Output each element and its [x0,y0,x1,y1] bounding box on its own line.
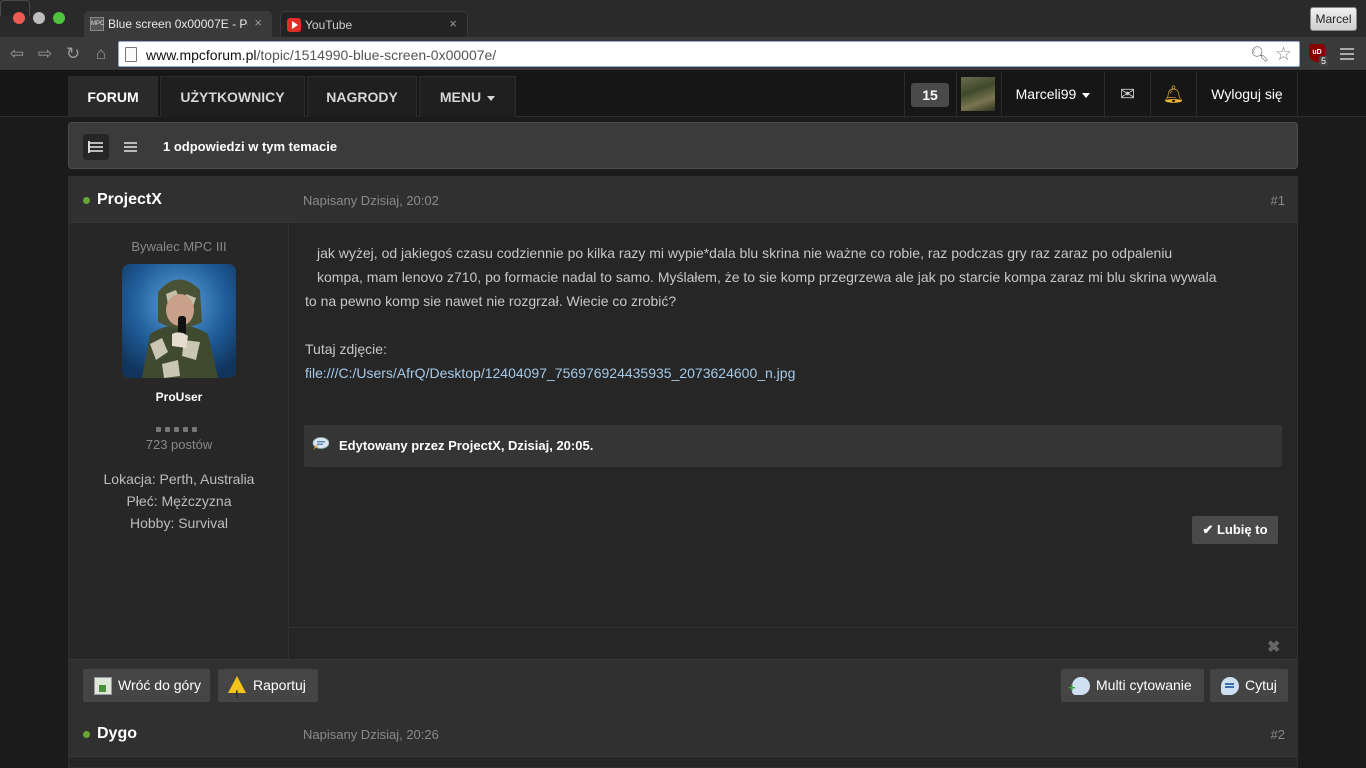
browser-tab-mpcforum[interactable]: MPC Blue screen 0x00007E - Po × [84,11,272,37]
image-label: Tutaj zdjęcie: [305,341,387,357]
window-maximize-button[interactable] [53,12,65,24]
quote-label: Cytuj [1245,677,1277,693]
browser-profile-button[interactable]: Marcel [1310,7,1357,31]
address-bar[interactable]: www.mpcforum.pl/topic/1514990-blue-scree… [118,41,1300,67]
nav-tab-forum[interactable]: FORUM [68,76,158,117]
post: ProjectX Napisany Dzisiaj, 20:02 #1 Bywa… [68,176,1298,712]
topic-toolbar: 1 odpowiedzi w tym temacie [68,122,1298,169]
post-header: Dygo Napisany Dzisiaj, 20:26 #2 [69,711,1297,757]
reload-icon[interactable]: ↻ [61,42,85,66]
multiquote-label: Multi cytowanie [1096,677,1192,693]
multiquote-button[interactable]: Multi cytowanie [1061,669,1204,702]
url-text: www.mpcforum.pl/topic/1514990-blue-scree… [146,47,497,63]
post-text-line: to na pewno komp sie nawet nie rozgrzał.… [305,293,677,309]
window-minimize-button[interactable] [33,12,45,24]
warning-icon [228,676,246,712]
lines-icon [124,142,137,152]
tab-title: Blue screen 0x00007E - Po [108,17,248,31]
report-button[interactable]: Raportuj [218,669,318,712]
window-close-button[interactable] [13,12,25,24]
home-icon[interactable]: ⌂ [89,42,113,66]
username: Marceli99 [1015,86,1077,102]
extension-badge: 5 [1319,56,1329,66]
image-link[interactable]: file:///C:/Users/AfrQ/Desktop/12404097_7… [305,365,795,381]
post: Dygo Napisany Dzisiaj, 20:26 #2 [68,710,1298,768]
nav-tab-menu[interactable]: MENU [419,76,516,117]
tab-close-icon[interactable]: × [449,16,457,31]
post-author[interactable]: ProjectX [97,191,162,209]
tab-title: YouTube [305,18,353,32]
browser-tab-strip: MPC Blue screen 0x00007E - Po × YouTube … [0,0,1366,37]
notifications-bell-icon[interactable]: 🔔︎ [1150,72,1196,117]
post-author[interactable]: Dygo [97,725,137,743]
online-status-icon [83,197,90,204]
tab-close-icon[interactable]: × [254,15,262,30]
forward-arrow-icon[interactable]: ⇨ [33,42,57,66]
multiquote-icon [1068,677,1090,695]
chevron-down-icon [487,95,496,101]
bookmark-star-icon[interactable]: ☆ [1275,43,1292,66]
user-group: ProUser [155,390,203,404]
avatar-image [122,264,236,378]
post-date: Napisany Dzisiaj, 20:02 [303,193,439,208]
quote-icon [1221,677,1239,695]
avatar[interactable] [122,264,236,378]
profile-location: Lokacja: Perth, Australia [103,471,255,487]
user-rank: Bywalec MPC III [131,239,227,254]
edit-bubble-icon [312,437,329,450]
post-date: Napisany Dzisiaj, 20:26 [303,727,439,742]
reply-count-text: 1 odpowiedzi w tym temacie [163,139,338,154]
site-navigation: FORUM UŻYTKOWNICY NAGRODY MENU 15 Marcel… [0,72,1366,117]
logout-link[interactable]: Wyloguj się [1196,72,1298,117]
view-mode-compact-button[interactable] [117,134,143,160]
nav-tab-menu-label: MENU [439,89,482,105]
profile-hobby: Hobby: Survival [129,515,229,531]
close-icon[interactable]: ✖ [1267,637,1280,657]
post-content: jak wyżej, od jakiegoś czasu codziennie … [305,241,1285,385]
like-button[interactable]: ✔ Lubię to [1192,516,1278,544]
quote-button[interactable]: Cytuj [1210,669,1288,702]
nav-tab-rewards[interactable]: NAGRODY [307,76,417,117]
post-text-line: kompa, mam lenovo z710, po formacie nada… [317,269,1217,285]
browser-tab-youtube[interactable]: YouTube × [280,11,468,37]
nav-tab-users[interactable]: UŻYTKOWNICY [160,76,305,117]
youtube-icon [287,18,301,32]
edited-text: Edytowany przez ProjectX, Dzisiaj, 20:05… [339,438,594,453]
messages-envelope-icon[interactable]: ✉ [1104,72,1150,117]
view-mode-expanded-button[interactable] [83,134,109,160]
user-menu[interactable]: Marceli99 [1001,72,1104,117]
list-icon [90,142,103,152]
notification-count-badge[interactable]: 15 [911,83,949,107]
browser-menu-icon[interactable] [1340,48,1354,60]
post-text-line: jak wyżej, od jakiegoś czasu codziennie … [317,245,1173,261]
post-count: 723 postów [145,437,213,452]
post-number-link[interactable]: #1 [1271,193,1285,208]
post-header: ProjectX Napisany Dzisiaj, 20:02 #1 [69,177,1297,223]
profile-fields: Lokacja: Perth, Australia Płeć: Mężczyzn… [69,468,289,534]
zoom-icon[interactable]: 🔍︎ [1250,45,1269,63]
edited-notice: Edytowany przez ProjectX, Dzisiaj, 20:05… [304,425,1282,467]
mpc-favicon-icon: MPC [90,17,104,31]
online-status-icon [83,731,90,738]
post-number-link[interactable]: #2 [1271,727,1285,742]
back-arrow-icon[interactable]: ⇦ [5,42,29,66]
back-to-top-button[interactable]: Wróć do góry [83,669,210,702]
browser-toolbar: ⇦ ⇨ ↻ ⌂ www.mpcforum.pl/topic/1514990-bl… [0,37,1366,71]
page-icon [125,47,137,62]
avatar[interactable] [961,77,995,111]
post-divider [289,627,1297,628]
chevron-down-icon [1082,92,1091,98]
post-actions-bar: Wróć do góry Raportuj Multi cytowanie Cy… [69,659,1297,712]
report-label: Raportuj [253,677,306,693]
profile-gender: Płeć: Mężczyzna [126,493,232,509]
author-info-panel: Bywalec MPC III ProUser 723 postów Lokac… [69,223,289,659]
page-up-icon [94,677,112,695]
reputation-pips [156,419,201,432]
back-to-top-label: Wróć do góry [118,677,201,693]
